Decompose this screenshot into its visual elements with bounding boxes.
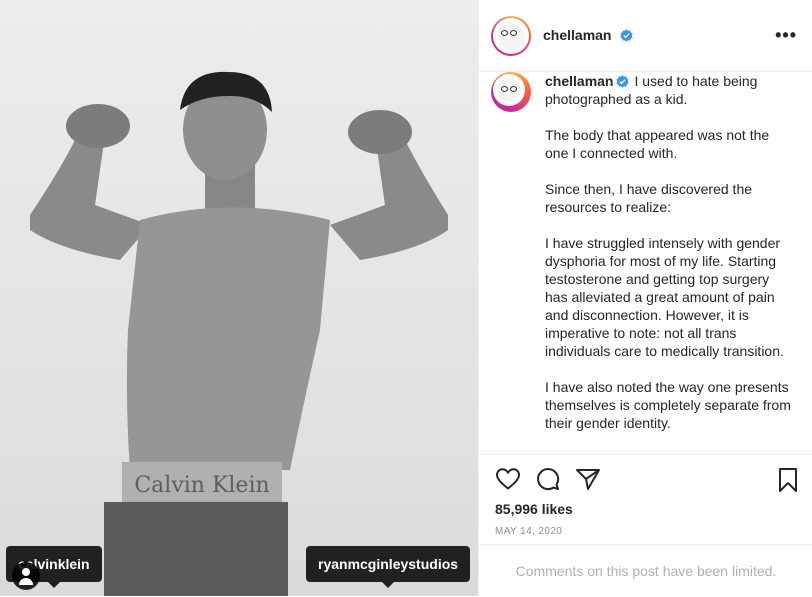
post-sidebar: chellaman ••• chellaman I used to hate be… (478, 0, 812, 596)
user-tag-icon[interactable] (12, 562, 40, 590)
avatar[interactable] (491, 72, 531, 112)
caption-text: chellaman I used to hate being photograph… (545, 72, 795, 450)
header-username[interactable]: chellaman (543, 27, 611, 43)
comment-icon[interactable] (535, 467, 561, 491)
caption-paragraph: Since then, I have discovered the resour… (545, 181, 753, 215)
caption-paragraph: The body that appeared was not the one I… (545, 127, 770, 161)
caption-paragraph: I have also noted the way one presents t… (545, 379, 791, 431)
post-photo[interactable]: Calvin Klein calvinklein ryanmcginleystu… (0, 0, 478, 596)
waistband-logo-text: Calvin Klein (134, 473, 269, 498)
header-username-wrap: chellaman (543, 27, 633, 45)
caption-area: chellaman I used to hate being photograph… (479, 72, 812, 454)
verified-icon (620, 29, 633, 42)
post-photo-figure: Calvin Klein (30, 71, 448, 596)
more-icon[interactable]: ••• (775, 26, 797, 44)
bookmark-icon[interactable] (777, 467, 799, 493)
avatar[interactable] (491, 16, 531, 56)
likes-count[interactable]: 85,996 likes (495, 501, 573, 517)
post-date[interactable]: MAY 14, 2020 (495, 526, 562, 537)
verified-icon (616, 75, 630, 88)
heart-icon[interactable] (495, 467, 521, 491)
post-header: chellaman ••• (479, 0, 812, 72)
share-icon[interactable] (575, 467, 601, 491)
caption-username[interactable]: chellaman (545, 73, 613, 89)
post-actions: 85,996 likes MAY 14, 2020 Comments on th… (479, 454, 812, 596)
tag-label: ryanmcginleystudios (318, 556, 459, 572)
caption-paragraph: I have struggled intensely with gender d… (545, 235, 784, 359)
tag-ryanmcginleystudios[interactable]: ryanmcginleystudios (306, 546, 471, 588)
comments-limited-notice: Comments on this post have been limited. (479, 544, 812, 597)
